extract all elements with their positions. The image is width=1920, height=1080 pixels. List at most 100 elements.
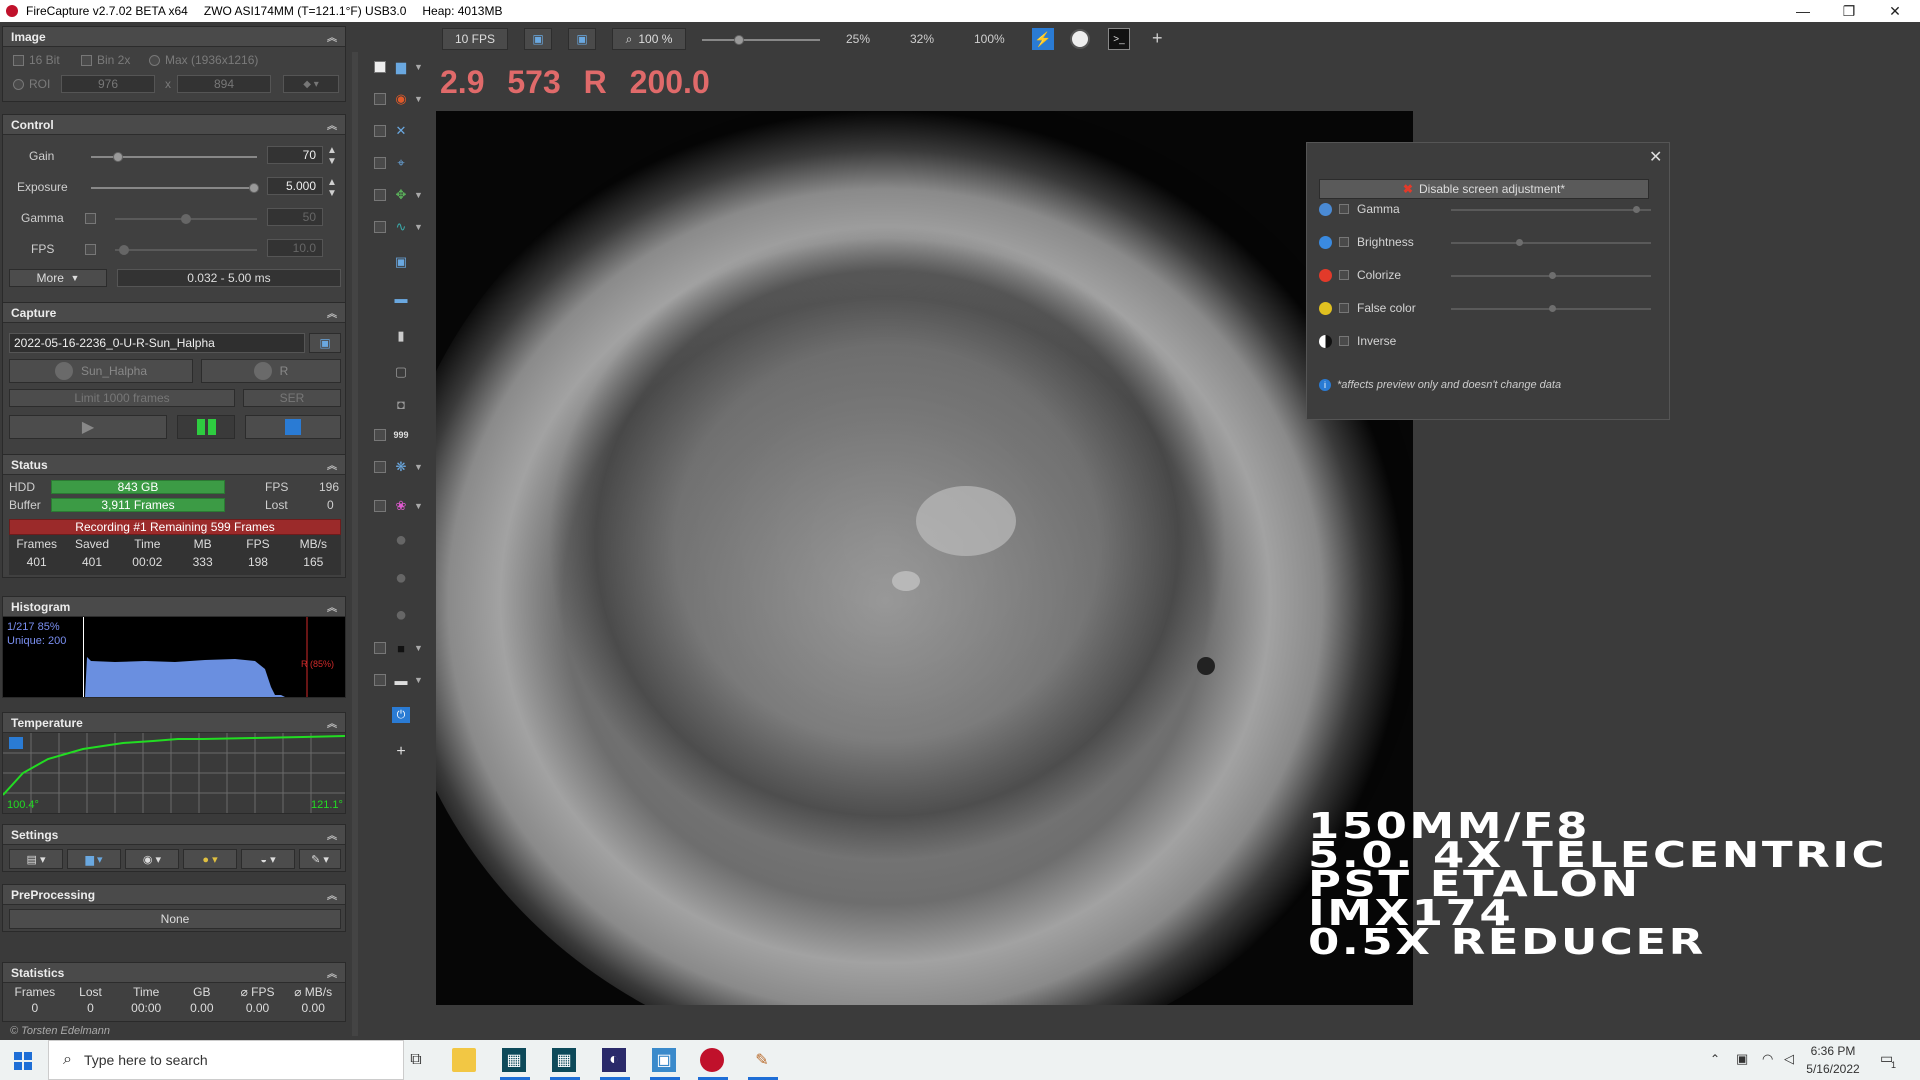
gain-slider[interactable]	[91, 152, 257, 162]
fit-view-icon[interactable]: ▣	[568, 28, 596, 50]
target-icon[interactable]: ◘	[392, 396, 410, 412]
run-icon[interactable]: ⚡	[1032, 28, 1054, 50]
exposure-input[interactable]: 5.000	[267, 177, 323, 195]
graph-icon[interactable]: ∿	[392, 219, 410, 235]
adjustment-slider-handle[interactable]	[1633, 206, 1641, 213]
timer-icon[interactable]	[1070, 29, 1090, 49]
control-section-header[interactable]: Control ︽	[3, 115, 345, 135]
play-button[interactable]: ▶	[9, 415, 167, 439]
adjustment-checkbox[interactable]	[1339, 237, 1349, 247]
chevron-down-icon[interactable]: ▼	[414, 222, 423, 232]
adjustment-checkbox[interactable]	[1339, 303, 1349, 313]
volume-icon[interactable]: ◁	[1784, 1051, 1794, 1067]
focus-tool-icon[interactable]: ◉	[392, 91, 410, 107]
collapse-icon[interactable]: ︽	[327, 599, 337, 614]
settings-file-button[interactable]: ▤ ▾	[9, 849, 63, 869]
exposure-slider-handle[interactable]	[249, 183, 259, 193]
tray-expand-icon[interactable]: ⌃	[1710, 1052, 1720, 1066]
file-explorer-icon[interactable]	[452, 1048, 476, 1072]
paint-taskbar-icon[interactable]: ✎	[750, 1048, 774, 1072]
gamma-slider[interactable]	[115, 214, 257, 224]
zoom-slider[interactable]	[702, 35, 820, 45]
slot3-circle-icon[interactable]: ●	[392, 604, 410, 626]
gamma-slider-handle[interactable]	[181, 214, 191, 224]
settings-filter-button[interactable]: ◒ ▾	[241, 849, 295, 869]
color-tool-checkbox[interactable]	[374, 500, 386, 512]
console-icon[interactable]: >_	[1108, 28, 1130, 50]
adjustment-checkbox[interactable]	[1339, 336, 1349, 346]
collapse-icon[interactable]: ︽	[327, 827, 337, 842]
adjustment-slider[interactable]	[1451, 305, 1651, 312]
more-button[interactable]: More ▼	[9, 269, 107, 287]
settings-light-button[interactable]: ● ▾	[183, 849, 237, 869]
slot2-circle-icon[interactable]: ●	[392, 567, 410, 589]
close-window-button[interactable]: ✕	[1872, 0, 1918, 22]
chevron-down-icon[interactable]: ▼	[414, 190, 423, 200]
chevron-down-icon[interactable]: ▼	[414, 501, 423, 511]
chevron-down-icon[interactable]: ▼	[414, 643, 423, 653]
adjustment-slider-handle[interactable]	[1549, 272, 1556, 279]
settings-tools-button[interactable]: ✎ ▾	[299, 849, 341, 869]
gamma-input[interactable]: 50	[267, 208, 323, 226]
exposure-unit-dropdown-icon[interactable]: ▲ ▼	[327, 177, 337, 199]
focus-tool-checkbox[interactable]	[374, 93, 386, 105]
collapse-icon[interactable]: ︽	[327, 29, 337, 44]
collapse-icon[interactable]: ︽	[327, 457, 337, 472]
filter-button[interactable]: R	[201, 359, 341, 383]
camera-snapshot-icon[interactable]: ▣	[309, 333, 341, 353]
clock-date[interactable]: 5/16/2022	[1800, 1062, 1866, 1076]
roi-height-input[interactable]: 894	[177, 75, 271, 93]
temperature-section-header[interactable]: Temperature ︽	[3, 713, 345, 733]
fps-input[interactable]: 10.0	[267, 239, 323, 257]
taskbar-search-box[interactable]: ⌕ Type here to search	[48, 1040, 404, 1080]
fps-slider-handle[interactable]	[119, 245, 129, 255]
folder-icon[interactable]: ▬	[392, 290, 410, 306]
roi-view-icon[interactable]: ▣	[524, 28, 552, 50]
gain-slider-handle[interactable]	[113, 152, 123, 162]
adjustment-slider-handle[interactable]	[1549, 305, 1556, 312]
gamma-auto-checkbox[interactable]	[85, 213, 96, 224]
trash-icon[interactable]: ▮	[392, 328, 410, 344]
chevron-down-icon[interactable]: ▼	[414, 94, 423, 104]
roi-preset-dropdown[interactable]: ◆ ▾	[283, 75, 339, 93]
collapse-icon[interactable]: ︽	[327, 965, 337, 980]
image-section-header[interactable]: Image ︽	[3, 27, 345, 47]
crosshair-icon[interactable]: ✕	[392, 123, 410, 139]
app-taskbar-icon-2[interactable]: ▦	[552, 1048, 576, 1072]
collapse-icon[interactable]: ︽	[327, 117, 337, 132]
bin2x-checkbox[interactable]	[81, 55, 92, 66]
capture-filename-field[interactable]: 2022-05-16-2236_0-U-R-Sun_Halpha	[9, 333, 305, 353]
adjustment-checkbox[interactable]	[1339, 204, 1349, 214]
gain-spinner-icon[interactable]: ▲ ▼	[327, 145, 337, 167]
status-section-header[interactable]: Status ︽	[3, 455, 345, 475]
chevron-down-icon[interactable]: ▼	[414, 675, 423, 685]
16bit-checkbox[interactable]	[13, 55, 24, 66]
max-radio[interactable]	[149, 55, 160, 66]
clock-time[interactable]: 6:36 PM	[1800, 1044, 1866, 1058]
grid-icon[interactable]: ▢	[392, 364, 410, 380]
add-toolbar-button[interactable]: +	[1152, 28, 1163, 49]
network-tray-icon[interactable]: ◠	[1762, 1051, 1773, 1067]
statistics-section-header[interactable]: Statistics ︽	[3, 963, 345, 983]
gain-input[interactable]: 70	[267, 146, 323, 164]
task-view-icon[interactable]: ⧉	[404, 1048, 428, 1072]
live-preview-image[interactable]	[436, 111, 1413, 1005]
preprocessing-section-header[interactable]: PreProcessing ︽	[3, 885, 345, 905]
maximize-button[interactable]: ❐	[1826, 0, 1872, 22]
histogram-tool-checkbox[interactable]	[374, 61, 386, 73]
align-icon[interactable]: ⌖	[392, 155, 410, 171]
adjustment-slider[interactable]	[1451, 206, 1651, 213]
adjustment-slider-handle[interactable]	[1515, 239, 1523, 246]
histogram-section-header[interactable]: Histogram ︽	[3, 597, 345, 617]
crosshair-tool-checkbox[interactable]	[374, 125, 386, 137]
collapse-icon[interactable]: ︽	[327, 305, 337, 320]
fps-auto-checkbox[interactable]	[85, 244, 96, 255]
snapshot-icon[interactable]: ▣	[392, 254, 410, 270]
app-taskbar-icon-1[interactable]: ▦	[502, 1048, 526, 1072]
pause-button[interactable]	[177, 415, 235, 439]
capture-section-header[interactable]: Capture ︽	[3, 303, 345, 323]
adjustment-slider[interactable]	[1451, 239, 1651, 246]
zoom-slider-handle[interactable]	[734, 35, 744, 45]
zoom-32-button[interactable]: 32%	[910, 32, 934, 46]
chevron-down-icon[interactable]: ▼	[414, 462, 423, 472]
